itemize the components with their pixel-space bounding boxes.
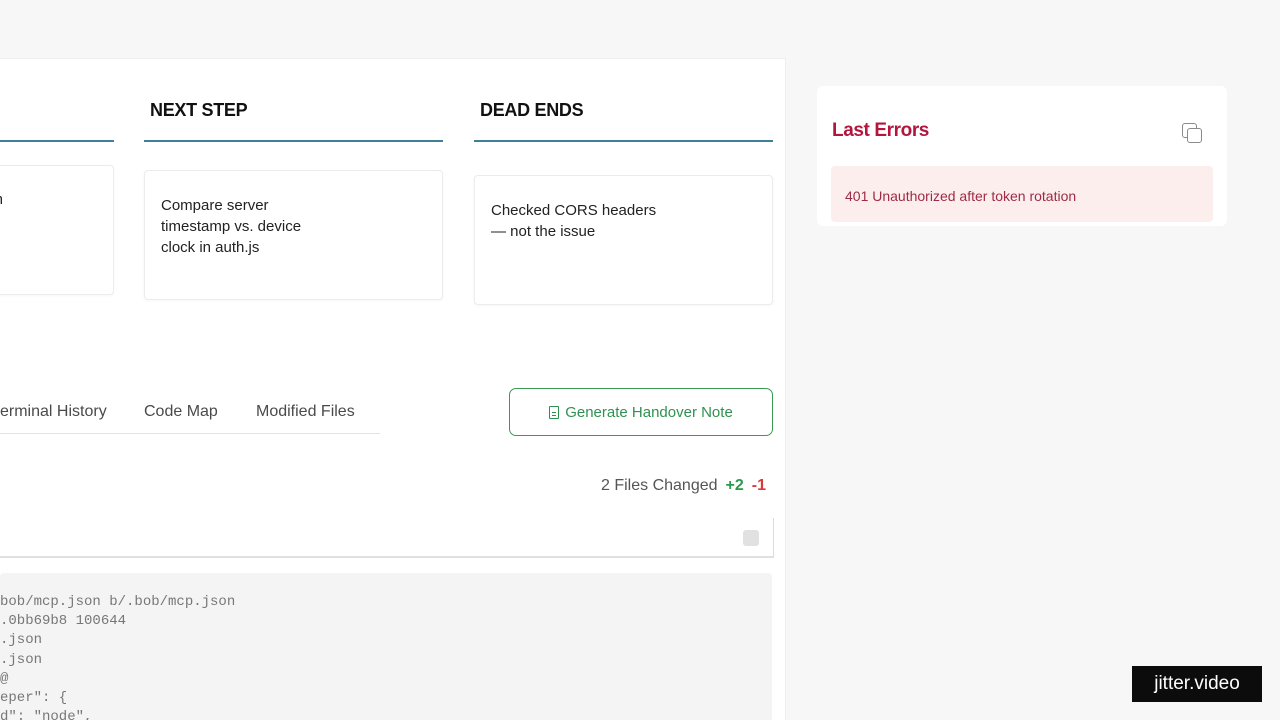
- diff-code-block: bob/mcp.json b/.bob/mcp.json .0bb69b8 10…: [0, 573, 772, 720]
- diff-line: .0bb69b8 100644: [0, 613, 127, 629]
- files-changed-label: 2 Files Changed: [601, 477, 718, 494]
- column-rule-next-step: [144, 140, 443, 142]
- next-step-header: NEXT STEP: [150, 100, 248, 120]
- next-step-card[interactable]: Compare server timestamp vs. device cloc…: [144, 170, 443, 300]
- additions-count: +2: [725, 477, 744, 494]
- diff-file-header: [0, 518, 774, 558]
- copy-diff-icon[interactable]: [743, 530, 759, 546]
- error-item: 401 Unauthorized after token rotation: [831, 166, 1213, 222]
- column-rule-left: [0, 140, 114, 142]
- copy-icon[interactable]: [1182, 123, 1204, 145]
- dead-ends-card-text: Checked CORS headers — not the issue: [491, 202, 657, 240]
- generate-handover-note-label: Generate Handover Note: [565, 403, 733, 421]
- diff-line: eper": {: [0, 690, 68, 706]
- diff-line: .json: [0, 632, 43, 648]
- dead-ends-header: DEAD ENDS: [480, 100, 584, 120]
- last-errors-title: Last Errors: [832, 120, 929, 141]
- left-card-text: n: [0, 166, 113, 210]
- generate-handover-note-button[interactable]: Generate Handover Note: [509, 388, 773, 436]
- deletions-count: -1: [751, 477, 766, 494]
- left-card[interactable]: n: [0, 165, 114, 295]
- column-rule-dead-ends: [474, 140, 773, 142]
- dead-ends-card[interactable]: Checked CORS headers — not the issue: [474, 175, 773, 305]
- diff-line: @: [0, 671, 9, 687]
- last-errors-panel: Last Errors 401 Unauthorized after token…: [817, 86, 1227, 226]
- next-step-card-text: Compare server timestamp vs. device cloc…: [161, 197, 302, 256]
- jitter-watermark: jitter.video: [1132, 666, 1262, 702]
- copy-icon-front: [1187, 128, 1202, 143]
- diff-line: .json: [0, 652, 43, 668]
- tab-terminal-history[interactable]: erminal History: [0, 403, 107, 421]
- tab-bar: erminal History Code Map Modified Files: [0, 400, 380, 434]
- diff-line: bob/mcp.json b/.bob/mcp.json: [0, 594, 236, 610]
- files-changed-summary: 2 Files Changed +2 -1: [601, 477, 766, 495]
- diff-line: d": "node",: [0, 709, 93, 720]
- document-icon: [549, 405, 560, 419]
- tab-modified-files[interactable]: Modified Files: [256, 403, 355, 421]
- tab-code-map[interactable]: Code Map: [144, 403, 218, 421]
